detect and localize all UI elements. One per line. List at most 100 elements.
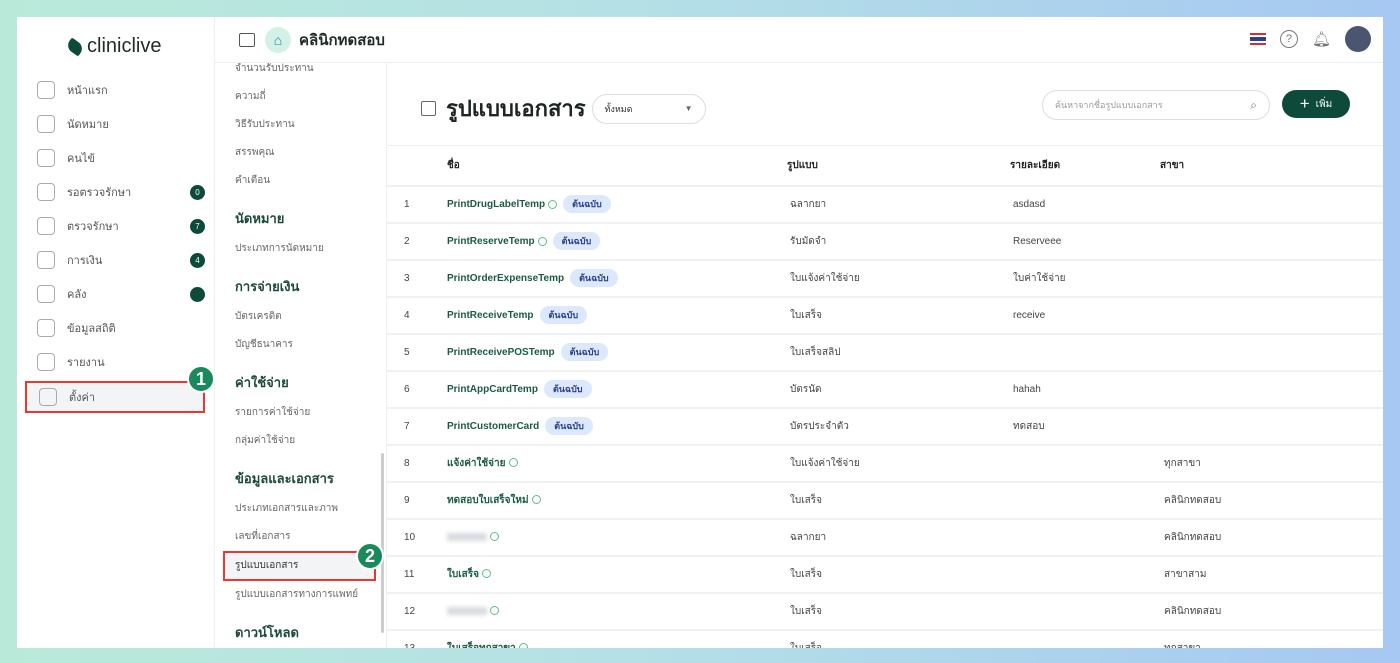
row-number: 12 (387, 592, 447, 631)
col-name: ชื่อ (447, 145, 787, 187)
template-name[interactable]: ใบเสร็จ (447, 569, 479, 580)
submenu-item[interactable]: คำเตือน (215, 167, 386, 195)
logo: cliniclive (65, 35, 162, 58)
sidebar-item-label: คลัง (67, 289, 87, 301)
top-bar: ⌂ คลินิกทดสอบ ? 🔔︎ (215, 17, 1383, 63)
row-number: 5 (387, 333, 447, 372)
sidebar-item-2[interactable]: คนไข้ (25, 141, 205, 175)
sidebar-item-label: ตรวจรักษา (67, 221, 119, 233)
clinic-name[interactable]: คลินิกทดสอบ (299, 28, 385, 52)
nav-icon (37, 353, 55, 371)
table-row[interactable]: 1 PrintDrugLabelTemp ต้นฉบับ ฉลากยา asdas… (387, 185, 1383, 224)
table-row[interactable]: 5 PrintReceivePOSTemp ต้นฉบับ ใบเสร็จสลิป (387, 333, 1383, 372)
template-branch (1160, 370, 1383, 409)
submenu-item[interactable]: บัตรเครดิต (215, 303, 386, 331)
template-branch (1160, 333, 1383, 372)
submenu-item[interactable]: วิธีรับประทาน (215, 111, 386, 139)
submenu-item[interactable]: ประเภทเอกสารและภาพ (215, 495, 386, 523)
template-name[interactable]: PrintCustomerCard (447, 421, 539, 432)
sidebar-item-label: คนไข้ (67, 153, 95, 165)
sidebar-item-label: ข้อมูลสถิติ (67, 323, 116, 335)
template-detail: Reserveee (1002, 222, 1160, 261)
add-label: เพิ่ม (1315, 98, 1333, 110)
check-circle-icon (490, 606, 499, 616)
submenu-item[interactable]: กลุ่มค่าใช้จ่าย (215, 427, 386, 455)
template-type: ฉลากยา (787, 185, 1002, 224)
table-row[interactable]: 6 PrintAppCardTemp ต้นฉบับ บัตรนัด hahah (387, 370, 1383, 409)
sidebar-item-8[interactable]: รายงาน (25, 345, 205, 379)
nav-icon (37, 285, 55, 303)
original-badge: ต้นฉบับ (570, 269, 618, 287)
count-badge: 4 (190, 252, 205, 268)
table-row[interactable]: 7 PrintCustomerCard ต้นฉบับ บัตรประจำตัว … (387, 407, 1383, 446)
table-row[interactable]: 8 แจ้งค่าใช้จ่าย ใบแจ้งค่าใช้จ่าย ทุกสาข… (387, 444, 1383, 483)
filter-select[interactable]: ทั้งหมด ▼ (591, 93, 706, 124)
sidebar-item-0[interactable]: หน้าแรก (25, 73, 205, 107)
template-type: ฉลากยา (787, 518, 1002, 557)
nav-icon (37, 115, 55, 133)
page-title: รูปแบบเอกสาร (446, 96, 586, 121)
table-row[interactable]: 11 ใบเสร็จ ใบเสร็จ สาขาสาม (387, 555, 1383, 594)
row-number: 8 (387, 444, 447, 483)
redacted-name[interactable] (447, 532, 487, 541)
template-type: ใบเสร็จ (787, 481, 1002, 520)
sidebar-toggle-icon[interactable] (239, 32, 255, 47)
sidebar-item-9[interactable]: ตั้งค่า (25, 381, 205, 413)
template-name[interactable]: PrintReceivePOSTemp (447, 347, 555, 358)
sidebar-nav: หน้าแรก นัดหมาย คนไข้ รอตรวจรักษา 0 ตรวจรักษา… (25, 73, 205, 413)
template-name[interactable]: แจ้งค่าใช้จ่าย (447, 458, 506, 469)
table-row[interactable]: 9 ทดสอบใบเสร็จใหม่ ใบเสร็จ คลินิกทดสอบ (387, 481, 1383, 520)
template-name[interactable]: PrintAppCardTemp (447, 384, 538, 395)
submenu-item[interactable]: รายการค่าใช้จ่าย (215, 399, 386, 427)
table-row[interactable]: 13 ใบเสร็จทุกสาขา ใบเสร็จ ทุกสาขา (387, 629, 1383, 649)
table-row[interactable]: 3 PrintOrderExpenseTemp ต้นฉบับ ใบแจ้งค่า… (387, 259, 1383, 298)
submenu-item[interactable]: รูปแบบเอกสาร (223, 551, 376, 581)
sidebar-item-label: รายงาน (67, 357, 105, 369)
bell-icon[interactable]: 🔔︎ (1312, 30, 1331, 48)
nav-icon (37, 319, 55, 337)
redacted-name[interactable] (447, 606, 487, 615)
brand-name: cliniclive (87, 35, 162, 57)
template-detail (1002, 555, 1160, 594)
template-name[interactable]: PrintReceiveTemp (447, 310, 534, 321)
table-row[interactable]: 2 PrintReserveTemp ต้นฉบับ รับมัดจำ Reser… (387, 222, 1383, 261)
row-number: 7 (387, 407, 447, 446)
submenu-item[interactable]: สรรพคุณ (215, 139, 386, 167)
panel-icon[interactable] (421, 101, 436, 116)
table-row[interactable]: 4 PrintReceiveTemp ต้นฉบับ ใบเสร็จ receiv… (387, 296, 1383, 335)
template-name[interactable]: PrintReserveTemp (447, 236, 535, 247)
submenu-scrollbar[interactable] (381, 453, 384, 633)
sidebar-item-1[interactable]: นัดหมาย (25, 107, 205, 141)
sidebar-item-7[interactable]: ข้อมูลสถิติ (25, 311, 205, 345)
template-detail: ทดสอบ (1002, 407, 1160, 446)
submenu-item[interactable]: บัญชีธนาคาร (215, 331, 386, 359)
submenu-item[interactable]: ประเภทการนัดหมาย (215, 235, 386, 263)
row-number: 2 (387, 222, 447, 261)
sidebar-item-6[interactable]: คลัง (25, 277, 205, 311)
search-input[interactable]: ค้นหาจากชื่อรูปแบบเอกสาร ⌕ (1042, 90, 1270, 120)
submenu-item[interactable]: จำนวนรับประทาน (215, 63, 386, 83)
template-branch (1160, 296, 1383, 335)
template-name[interactable]: ทดสอบใบเสร็จใหม่ (447, 495, 529, 506)
template-name[interactable]: ใบเสร็จทุกสาขา (447, 643, 516, 649)
thai-flag-icon[interactable] (1249, 33, 1266, 45)
submenu-item[interactable]: ความถี่ (215, 83, 386, 111)
sidebar-item-3[interactable]: รอตรวจรักษา 0 (25, 175, 205, 209)
sidebar-item-5[interactable]: การเงิน 4 (25, 243, 205, 277)
help-icon[interactable]: ? (1279, 30, 1298, 48)
submenu-item[interactable]: รูปแบบเอกสารทางการแพทย์ (215, 581, 386, 609)
sidebar-item-4[interactable]: ตรวจรักษา 7 (25, 209, 205, 243)
original-badge: ต้นฉบับ (552, 232, 601, 250)
row-number: 3 (387, 259, 447, 298)
table-row[interactable]: 12 ใบเสร็จ คลินิกทดสอบ (387, 592, 1383, 631)
sidebar-item-label: รอตรวจรักษา (67, 187, 132, 199)
count-badge: 7 (190, 218, 205, 234)
template-type: ใบเสร็จ (787, 592, 1002, 631)
avatar[interactable] (1345, 26, 1371, 52)
template-name[interactable]: PrintDrugLabelTemp (447, 199, 545, 210)
add-button[interactable]: + เพิ่ม (1282, 90, 1350, 118)
original-badge: ต้นฉบับ (539, 306, 588, 324)
template-name[interactable]: PrintOrderExpenseTemp (447, 273, 564, 284)
step-marker-2: 2 (356, 542, 384, 570)
table-row[interactable]: 10 ฉลากยา คลินิกทดสอบ (387, 518, 1383, 557)
